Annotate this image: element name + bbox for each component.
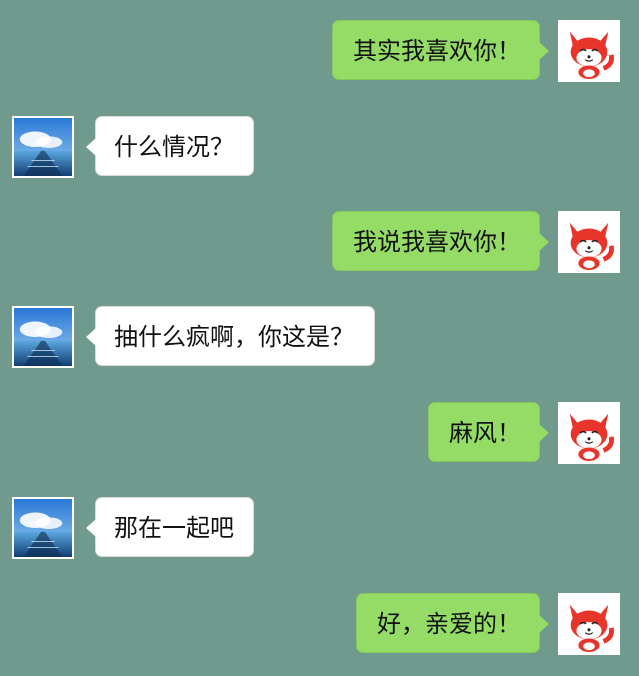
message-text: 抽什么疯啊，你这是？ (114, 323, 354, 351)
message-bubble-outgoing[interactable]: 好，亲爱的！ (356, 593, 549, 653)
bubble-tail (86, 328, 96, 346)
sky-sea-avatar-icon (14, 118, 72, 176)
message-text: 我说我喜欢你！ (353, 228, 521, 256)
message-row: 其实我喜欢你！ (0, 18, 639, 84)
fox-avatar[interactable] (558, 211, 620, 273)
message-text: 其实我喜欢你！ (353, 37, 521, 65)
sky-sea-avatar[interactable] (12, 497, 74, 559)
fox-avatar[interactable] (558, 593, 620, 655)
message-row: 我说我喜欢你！ (0, 209, 639, 275)
sky-sea-avatar[interactable] (12, 306, 74, 368)
message-bubble-outgoing[interactable]: 其实我喜欢你！ (332, 20, 549, 80)
message-bubble-outgoing[interactable]: 我说我喜欢你！ (332, 211, 549, 271)
fox-avatar[interactable] (558, 20, 620, 82)
bubble-tail (539, 615, 549, 633)
bubble-tail (86, 519, 96, 537)
message-text: 什么情况？ (114, 133, 234, 161)
message-row: 什么情况？ (0, 114, 639, 180)
message-bubble-incoming[interactable]: 抽什么疯啊，你这是？ (86, 306, 375, 366)
message-row: 麻风！ (0, 400, 639, 466)
message-text: 麻风！ (449, 419, 521, 447)
sky-sea-avatar-icon (14, 499, 72, 557)
message-row: 抽什么疯啊，你这是？ (0, 304, 639, 370)
sky-sea-avatar-icon (14, 308, 72, 366)
message-row: 那在一起吧 (0, 495, 639, 561)
sky-sea-avatar[interactable] (12, 116, 74, 178)
bubble-tail (86, 138, 96, 156)
fox-avatar[interactable] (558, 402, 620, 464)
message-row: 好，亲爱的！ (0, 591, 639, 657)
fox-avatar-icon (560, 22, 618, 80)
message-bubble-incoming[interactable]: 那在一起吧 (86, 497, 254, 557)
message-text: 那在一起吧 (114, 514, 234, 542)
bubble-tail (539, 424, 549, 442)
message-bubble-outgoing[interactable]: 麻风！ (428, 402, 549, 462)
bubble-tail (539, 42, 549, 60)
fox-avatar-icon (560, 404, 618, 462)
fox-avatar-icon (560, 595, 618, 653)
fox-avatar-icon (560, 213, 618, 271)
message-text: 好，亲爱的！ (377, 610, 521, 638)
bubble-tail (539, 233, 549, 251)
message-bubble-incoming[interactable]: 什么情况？ (86, 116, 254, 176)
